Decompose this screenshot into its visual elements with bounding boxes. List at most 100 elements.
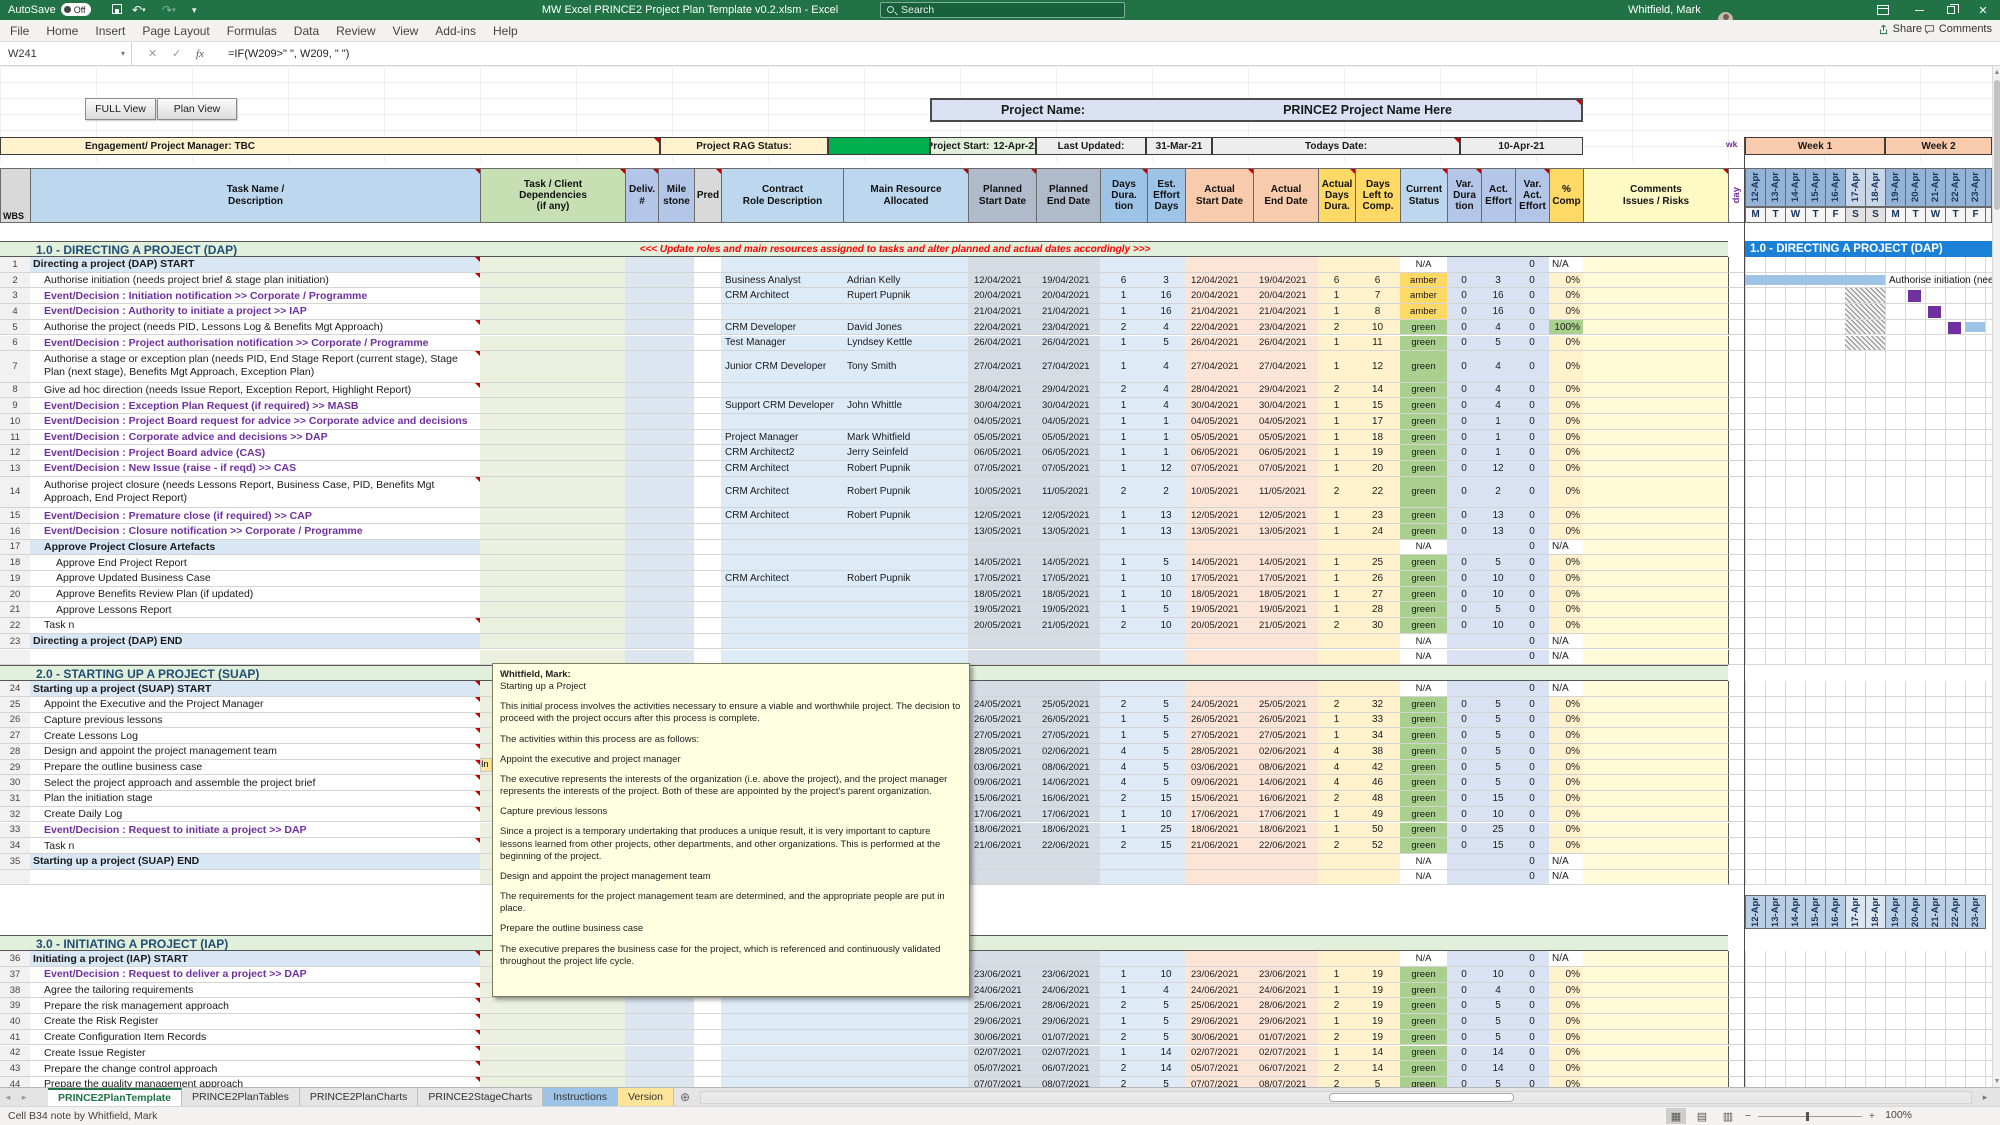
cell-vd[interactable]: 0 <box>1447 336 1482 352</box>
gantt-row[interactable] <box>1745 697 1992 713</box>
cell-as[interactable]: 22/04/2021 <box>1185 320 1254 336</box>
cell-as[interactable]: 17/05/2021 <box>1185 571 1254 587</box>
cell-ee[interactable] <box>1147 854 1186 870</box>
cell-task[interactable]: Authorise a stage or exception plan (nee… <box>30 351 481 382</box>
cell-dl[interactable] <box>1355 257 1401 273</box>
cell-pc[interactable]: 0% <box>1549 838 1584 854</box>
column-header-task[interactable]: Task Name / Description <box>30 168 481 223</box>
autosave-toggle[interactable]: AutoSave Off <box>8 3 91 16</box>
cell-pc[interactable]: 0% <box>1549 461 1584 477</box>
cell-st[interactable]: green <box>1400 1046 1448 1062</box>
cell-ae[interactable]: 29/04/2021 <box>1253 383 1319 399</box>
cell-mile[interactable] <box>658 602 695 618</box>
cell-pc[interactable]: 0% <box>1549 1014 1584 1030</box>
row-number[interactable]: 21 <box>0 602 31 618</box>
cell-pc[interactable]: 0% <box>1549 697 1584 713</box>
cell-dl[interactable] <box>1355 951 1401 967</box>
cell-vae[interactable]: 0 <box>1515 823 1550 839</box>
cell-task[interactable] <box>30 650 481 666</box>
cell-aef[interactable] <box>1481 681 1516 697</box>
cell-st[interactable]: green <box>1400 602 1448 618</box>
cell-vae[interactable]: 0 <box>1515 288 1550 304</box>
cell-com[interactable] <box>1583 791 1729 807</box>
cell-ps[interactable]: 07/05/2021 <box>968 461 1037 477</box>
row-number[interactable]: 37 <box>0 967 31 983</box>
cell-ad[interactable]: 1 <box>1318 807 1356 823</box>
cell-ae[interactable]: 04/05/2021 <box>1253 414 1319 430</box>
cell-dep[interactable] <box>480 1077 626 1087</box>
cell-com[interactable] <box>1583 477 1729 508</box>
cell-as[interactable] <box>1185 854 1254 870</box>
cell-dl[interactable]: 17 <box>1355 414 1401 430</box>
cell-ee[interactable]: 10 <box>1147 587 1186 603</box>
cell-dd[interactable]: 2 <box>1100 697 1148 713</box>
cell-ee[interactable]: 5 <box>1147 1077 1186 1087</box>
column-header-mile[interactable]: Mile stone <box>658 168 695 223</box>
cell-pred[interactable] <box>694 477 722 508</box>
gantt-row[interactable] <box>1745 998 1992 1014</box>
cell-aef[interactable]: 5 <box>1481 775 1516 791</box>
cell-deliv[interactable] <box>625 1077 659 1087</box>
cell-st[interactable]: green <box>1400 430 1448 446</box>
gantt-row[interactable] <box>1745 967 1992 983</box>
cell-mile[interactable] <box>658 320 695 336</box>
cell-aef[interactable]: 10 <box>1481 618 1516 634</box>
cell-aef[interactable]: 13 <box>1481 508 1516 524</box>
cell-dep[interactable] <box>480 618 626 634</box>
cell-vd[interactable] <box>1447 854 1482 870</box>
cell-aef[interactable]: 1 <box>1481 414 1516 430</box>
cell-dl[interactable]: 19 <box>1355 1030 1401 1046</box>
cell-pe[interactable]: 24/06/2021 <box>1036 983 1101 999</box>
cell-aef[interactable]: 15 <box>1481 838 1516 854</box>
cell-vae[interactable]: 0 <box>1515 461 1550 477</box>
plan-view-button[interactable]: Plan View <box>157 98 237 120</box>
cell-pred[interactable] <box>694 304 722 320</box>
cell-st[interactable]: N/A <box>1400 681 1448 697</box>
cell-role[interactable] <box>721 304 844 320</box>
full-view-button[interactable]: FULL View <box>85 98 156 120</box>
row-number[interactable]: 6 <box>0 336 31 352</box>
cell-dd[interactable]: 2 <box>1100 320 1148 336</box>
cell-aef[interactable] <box>1481 870 1516 886</box>
gantt-row[interactable] <box>1745 445 1992 461</box>
cell-aef[interactable]: 5 <box>1481 760 1516 776</box>
cell-ee[interactable]: 1 <box>1147 430 1186 446</box>
cell-aef[interactable]: 2 <box>1481 477 1516 508</box>
cell-pc[interactable]: 0% <box>1549 398 1584 414</box>
cell-task[interactable]: Capture previous lessons <box>30 713 481 729</box>
cell-vd[interactable]: 0 <box>1447 967 1482 983</box>
cell-pe[interactable]: 05/05/2021 <box>1036 430 1101 446</box>
cell-pe[interactable]: 19/05/2021 <box>1036 602 1101 618</box>
row-number[interactable]: 9 <box>0 398 31 414</box>
cell-deliv[interactable] <box>625 336 659 352</box>
cell-pc[interactable]: 0% <box>1549 618 1584 634</box>
row-number[interactable]: 44 <box>0 1077 31 1087</box>
gantt-date-header[interactable]: 12-Apr <box>1745 168 1766 207</box>
cell-as[interactable]: 25/06/2021 <box>1185 998 1254 1014</box>
cell-com[interactable] <box>1583 1077 1729 1087</box>
close-button[interactable]: ✕ <box>1968 0 1998 20</box>
cell-vd[interactable]: 0 <box>1447 445 1482 461</box>
cell-task[interactable]: Event/Decision : Request to initiate a p… <box>30 823 481 839</box>
cell-deliv[interactable] <box>625 257 659 273</box>
page-break-view-icon[interactable]: ▥ <box>1718 1108 1738 1124</box>
cell-ae[interactable] <box>1253 540 1319 556</box>
cell-ae[interactable]: 21/05/2021 <box>1253 618 1319 634</box>
cell-st[interactable]: green <box>1400 1061 1448 1077</box>
gantt-date-header[interactable]: 16-Apr <box>1825 168 1846 207</box>
cell-as[interactable]: 12/05/2021 <box>1185 508 1254 524</box>
cell-res[interactable]: Robert Pupnik <box>843 571 969 587</box>
cell-task[interactable]: Select the project approach and assemble… <box>30 775 481 791</box>
cell-res[interactable] <box>843 383 969 399</box>
cell-dl[interactable]: 50 <box>1355 823 1401 839</box>
cell-dl[interactable]: 34 <box>1355 728 1401 744</box>
cell-dd[interactable]: 1 <box>1100 1014 1148 1030</box>
cell-role[interactable]: Project Manager <box>721 430 844 446</box>
cell-aef[interactable]: 10 <box>1481 587 1516 603</box>
cell-ad[interactable]: 1 <box>1318 304 1356 320</box>
cell-task[interactable]: Approve Lessons Report <box>30 602 481 618</box>
row-number[interactable]: 30 <box>0 775 31 791</box>
cell-pc[interactable]: 0% <box>1549 587 1584 603</box>
cell-pc[interactable]: 0% <box>1549 602 1584 618</box>
cell-com[interactable] <box>1583 1061 1729 1077</box>
